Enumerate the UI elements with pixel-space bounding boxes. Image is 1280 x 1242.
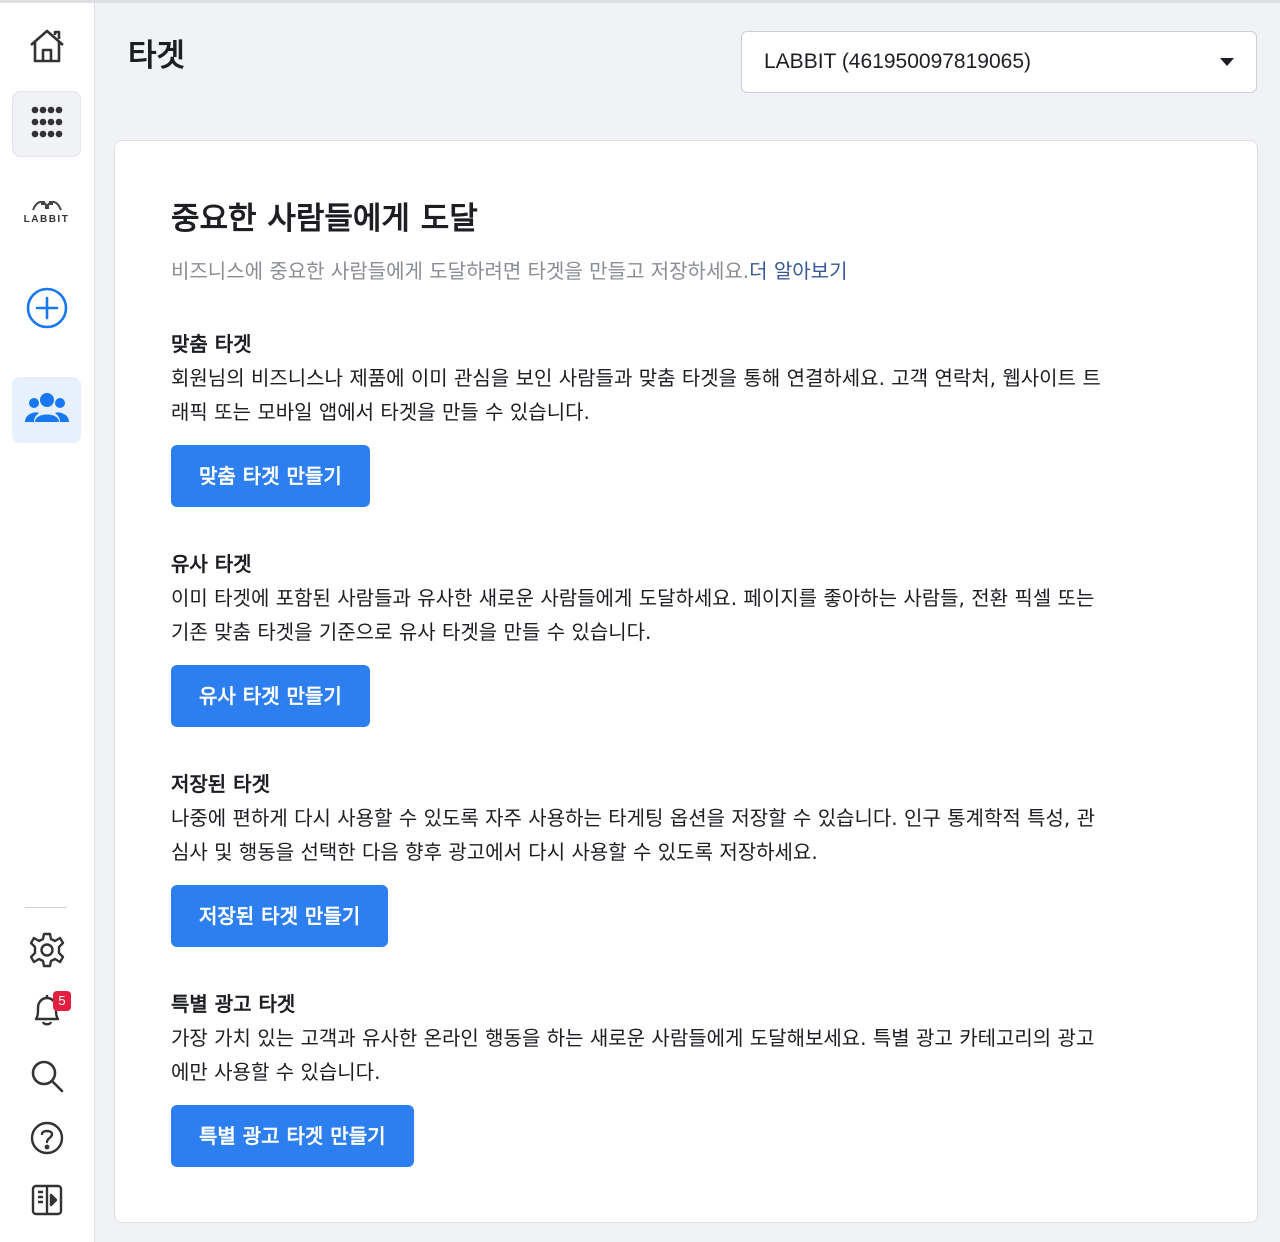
page-title: 타겟 bbox=[128, 38, 186, 74]
audience-icon bbox=[24, 392, 69, 428]
apps-grid-icon bbox=[30, 105, 64, 143]
sidebar-divider bbox=[25, 907, 67, 908]
card-subtitle-text: 비즈니스에 중요한 사람들에게 도달하려면 타겟을 만들고 저장하세요. bbox=[171, 259, 750, 283]
audience-card: 중요한 사람들에게 도달 비즈니스에 중요한 사람들에게 도달하려면 타겟을 만… bbox=[114, 140, 1258, 1223]
audiences-button[interactable] bbox=[12, 377, 81, 443]
create-custom-audience-button[interactable]: 맞춤 타겟 만들기 bbox=[171, 445, 370, 507]
learn-more-link[interactable]: 더 알아보기 bbox=[749, 259, 847, 283]
section-description-line: 나중에 편하게 다시 사용할 수 있도록 자주 사용하는 타게팅 옵션을 저장할… bbox=[171, 806, 1096, 830]
plus-circle-icon bbox=[25, 286, 69, 334]
labbit-logo-icon bbox=[31, 200, 62, 210]
create-special-ad-audience-button[interactable]: 특별 광고 타겟 만들기 bbox=[171, 1105, 414, 1167]
section-description-line: 심사 및 행동을 선택한 다음 향후 광고에서 다시 사용할 수 있도록 저장하… bbox=[171, 840, 818, 864]
chevron-down-icon bbox=[1220, 58, 1234, 66]
help-button[interactable] bbox=[12, 1107, 81, 1173]
home-button[interactable] bbox=[12, 15, 81, 81]
saved-audience-section: 저장된 타겟 나중에 편하게 다시 사용할 수 있도록 자주 사용하는 타게팅 … bbox=[171, 767, 1211, 947]
section-heading: 저장된 타겟 bbox=[171, 772, 270, 796]
section-heading: 특별 광고 타겟 bbox=[171, 992, 296, 1016]
card-title: 중요한 사람들에게 도달 bbox=[171, 201, 478, 237]
card-subtitle: 비즈니스에 중요한 사람들에게 도달하려면 타겟을 만들고 저장하세요.더 알아… bbox=[171, 255, 847, 284]
create-lookalike-audience-button[interactable]: 유사 타겟 만들기 bbox=[171, 665, 370, 727]
custom-audience-section: 맞춤 타겟 회원님의 비즈니스나 제품에 이미 관심을 보인 사람들과 맞춤 타… bbox=[171, 327, 1211, 507]
section-description-line: 가장 가치 있는 고객과 유사한 온라인 행동을 하는 새로운 사람들에게 도달… bbox=[171, 1026, 1095, 1050]
sidebar: LABBIT 5 bbox=[0, 3, 95, 1242]
section-description-line: 이미 타겟에 포함된 사람들과 유사한 새로운 사람들에게 도달하세요. 페이지… bbox=[171, 586, 1095, 610]
section-description-line: 회원님의 비즈니스나 제품에 이미 관심을 보인 사람들과 맞춤 타겟을 통해 … bbox=[171, 366, 1101, 390]
create-button[interactable] bbox=[12, 277, 81, 343]
settings-button[interactable] bbox=[12, 919, 81, 985]
notifications-button[interactable]: 5 bbox=[12, 979, 81, 1045]
logo-text: LABBIT bbox=[23, 213, 70, 225]
all-tools-button[interactable] bbox=[12, 91, 81, 157]
gear-icon bbox=[28, 931, 66, 973]
top-border bbox=[0, 0, 1280, 3]
panel-toggle-icon bbox=[29, 1182, 65, 1222]
search-icon bbox=[28, 1057, 66, 1099]
lookalike-audience-section: 유사 타겟 이미 타겟에 포함된 사람들과 유사한 새로운 사람들에게 도달하세… bbox=[171, 547, 1211, 727]
section-heading: 유사 타겟 bbox=[171, 552, 252, 576]
section-description-line: 래픽 또는 모바일 앱에서 타겟을 만들 수 있습니다. bbox=[171, 400, 590, 424]
account-logo[interactable]: LABBIT bbox=[12, 191, 81, 231]
create-saved-audience-button[interactable]: 저장된 타겟 만들기 bbox=[171, 885, 389, 947]
section-description-line: 기존 맞춤 타겟을 기준으로 유사 타겟을 만들 수 있습니다. bbox=[171, 620, 652, 644]
section-heading: 맞춤 타겟 bbox=[171, 332, 252, 356]
special-ad-audience-section: 특별 광고 타겟 가장 가치 있는 고객과 유사한 온라인 행동을 하는 새로운… bbox=[171, 987, 1211, 1167]
section-description-line: 에만 사용할 수 있습니다. bbox=[171, 1060, 381, 1084]
home-icon bbox=[27, 26, 67, 70]
search-button[interactable] bbox=[12, 1045, 81, 1111]
account-selector-value: LABBIT (461950097819065) bbox=[764, 50, 1031, 73]
account-selector[interactable]: LABBIT (461950097819065) bbox=[741, 31, 1257, 93]
help-icon bbox=[28, 1119, 66, 1161]
toggle-panel-button[interactable] bbox=[12, 1169, 81, 1235]
notifications-badge: 5 bbox=[53, 991, 71, 1011]
